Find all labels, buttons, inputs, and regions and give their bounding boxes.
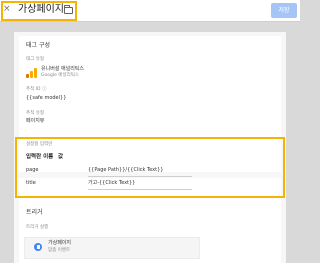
analytics-logo-icon: [26, 68, 38, 78]
field-row-value[interactable]: 가고-{{Click Text}}: [88, 181, 135, 186]
field-value-header: 값: [58, 154, 64, 160]
tag-type-vendor: Google 애널리틱스: [41, 73, 79, 78]
track-type-label: 추적 유형: [26, 111, 44, 116]
field-name-header: 입력란 이름: [26, 154, 54, 160]
field-row-value[interactable]: {{Page Path}}/{{Click Text}}: [88, 168, 163, 173]
tag-type-label: 태그 유형: [26, 57, 44, 62]
field-row-underline: [88, 189, 192, 190]
trigger-name: 가상페이지: [48, 240, 72, 246]
firing-triggers-label: 트리거 실행: [26, 225, 49, 230]
tracking-id-label: 추적 ID ⓘ: [26, 87, 47, 92]
close-icon[interactable]: ×: [3, 3, 11, 15]
trigger-type: 맞춤 이벤트: [48, 248, 71, 253]
track-type-value: 페이지뷰: [26, 118, 45, 124]
folder-icon[interactable]: [64, 5, 73, 14]
custom-event-trigger-icon: [34, 243, 42, 251]
fields-to-set-label: 설정할 입력란: [26, 142, 53, 147]
tag-name-title[interactable]: 가상페이지: [18, 4, 64, 16]
field-row-name: page: [26, 167, 39, 173]
save-button[interactable]: 저장: [271, 3, 297, 18]
tag-type-name: 유니버설 애널리틱스: [41, 66, 84, 72]
triggering-title: 트리거: [26, 209, 43, 216]
field-row-underline: [88, 176, 192, 177]
tag-config-title: 태그 구성: [26, 42, 50, 49]
field-row-name: title: [26, 180, 36, 186]
tracking-id-value: {{safe model}}: [26, 95, 67, 101]
